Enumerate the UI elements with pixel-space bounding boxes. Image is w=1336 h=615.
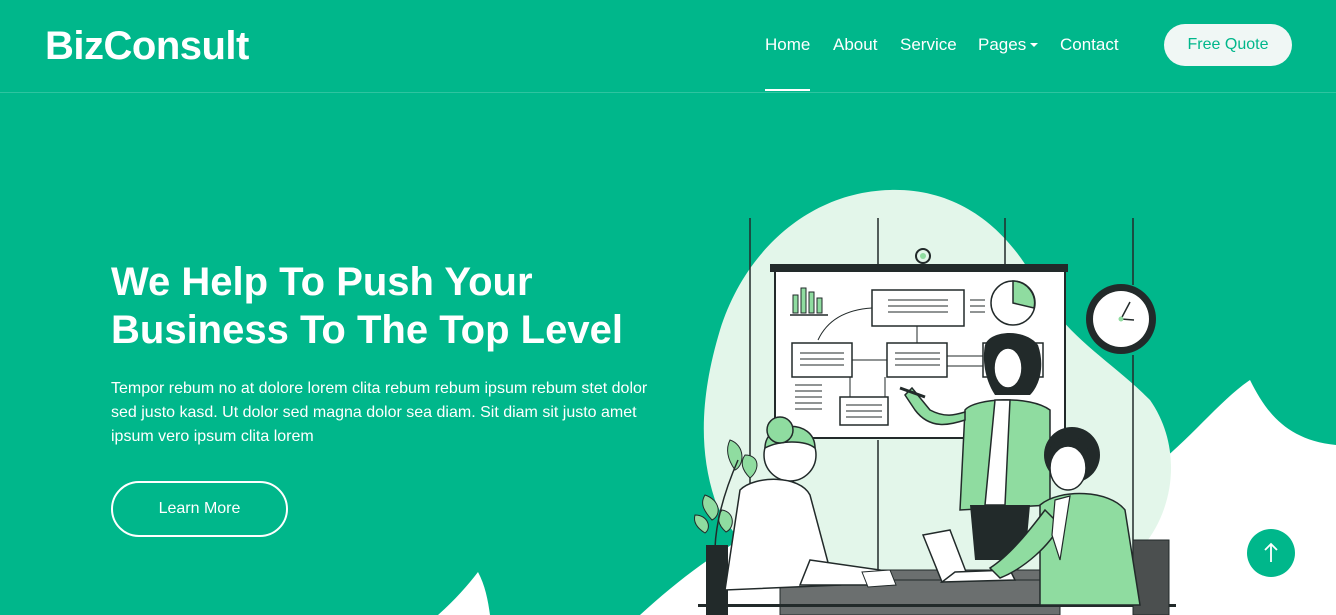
caret-down-icon xyxy=(1030,43,1039,47)
hero-title-line1: We Help To Push Your xyxy=(111,260,533,304)
brand-logo[interactable]: BizConsult xyxy=(45,22,249,70)
hero-title: We Help To Push Your Business To The Top… xyxy=(111,258,671,354)
navbar: BizConsult Home About Service Pages Cont… xyxy=(0,0,1336,93)
learn-more-button[interactable]: Learn More xyxy=(111,481,288,537)
nav-pages-label: Pages xyxy=(978,35,1027,54)
arrow-up-icon xyxy=(1264,542,1278,562)
hero-title-line2: Business To The Top Level xyxy=(111,308,623,352)
hero-description: Tempor rebum no at dolore lorem clita re… xyxy=(111,380,648,445)
nav-pages[interactable]: Pages xyxy=(978,34,1039,56)
nav-about[interactable]: About xyxy=(833,34,877,56)
bottom-wave-left xyxy=(438,572,490,615)
nav-home[interactable]: Home xyxy=(765,34,811,91)
nav-service[interactable]: Service xyxy=(900,34,957,56)
free-quote-button[interactable]: Free Quote xyxy=(1164,24,1292,66)
nav-contact[interactable]: Contact xyxy=(1060,34,1119,56)
back-to-top-button[interactable] xyxy=(1247,529,1295,577)
